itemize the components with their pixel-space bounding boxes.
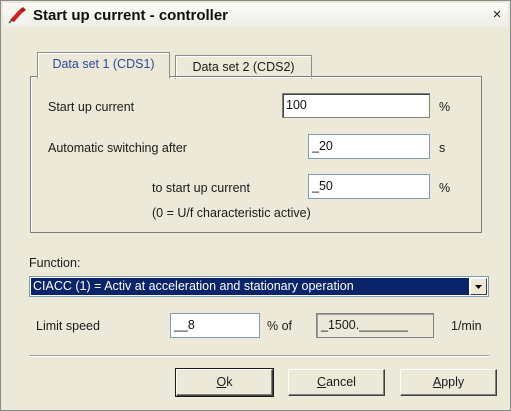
- speed-unit-label: 1/min: [451, 319, 482, 333]
- dialog-window: Start up current - controller × Data set…: [0, 0, 511, 411]
- start-up-current-field[interactable]: 100: [282, 93, 430, 118]
- title-bar[interactable]: Start up current - controller ×: [3, 3, 508, 27]
- triangle-down-icon: [475, 285, 482, 289]
- close-button[interactable]: ×: [488, 6, 506, 23]
- apply-mnemonic: A: [432, 375, 442, 389]
- apply-button[interactable]: Apply: [400, 369, 497, 396]
- apply-label-rest: pply: [441, 375, 465, 389]
- reference-speed-display: _1500._______: [316, 313, 434, 338]
- automatic-switching-unit: s: [439, 141, 446, 155]
- cancel-button[interactable]: Cancel: [288, 369, 385, 396]
- function-label: Function:: [29, 256, 81, 270]
- to-start-up-current-field[interactable]: _50: [308, 174, 430, 199]
- ok-label-rest: k: [226, 375, 233, 389]
- window-title: Start up current - controller: [33, 7, 229, 24]
- start-up-current-unit: %: [439, 100, 451, 114]
- characteristic-note: (0 = U/f characteristic active): [152, 206, 311, 220]
- limit-speed-field[interactable]: __8: [170, 313, 260, 338]
- limit-speed-label: Limit speed: [36, 319, 100, 333]
- to-start-up-current-unit: %: [439, 181, 451, 195]
- separator: [29, 355, 489, 357]
- to-start-up-current-label: to start up current: [152, 181, 250, 195]
- automatic-switching-field[interactable]: _20: [308, 134, 430, 159]
- percent-of-label: % of: [267, 319, 293, 333]
- ok-mnemonic: O: [216, 375, 227, 389]
- cancel-label-rest: ancel: [326, 375, 356, 389]
- dropdown-button[interactable]: [470, 278, 487, 295]
- function-selected-value: CIACC (1) = Activ at acceleration and st…: [31, 278, 469, 295]
- tab-data-set-1[interactable]: Data set 1 (CDS1): [37, 52, 170, 79]
- start-up-current-label: Start up current: [48, 100, 135, 114]
- plug-red-icon: [7, 6, 29, 24]
- cancel-mnemonic: C: [317, 375, 327, 389]
- automatic-switching-label: Automatic switching after: [48, 141, 187, 155]
- function-select[interactable]: CIACC (1) = Activ at acceleration and st…: [29, 276, 489, 297]
- ok-button[interactable]: Ok: [175, 368, 274, 397]
